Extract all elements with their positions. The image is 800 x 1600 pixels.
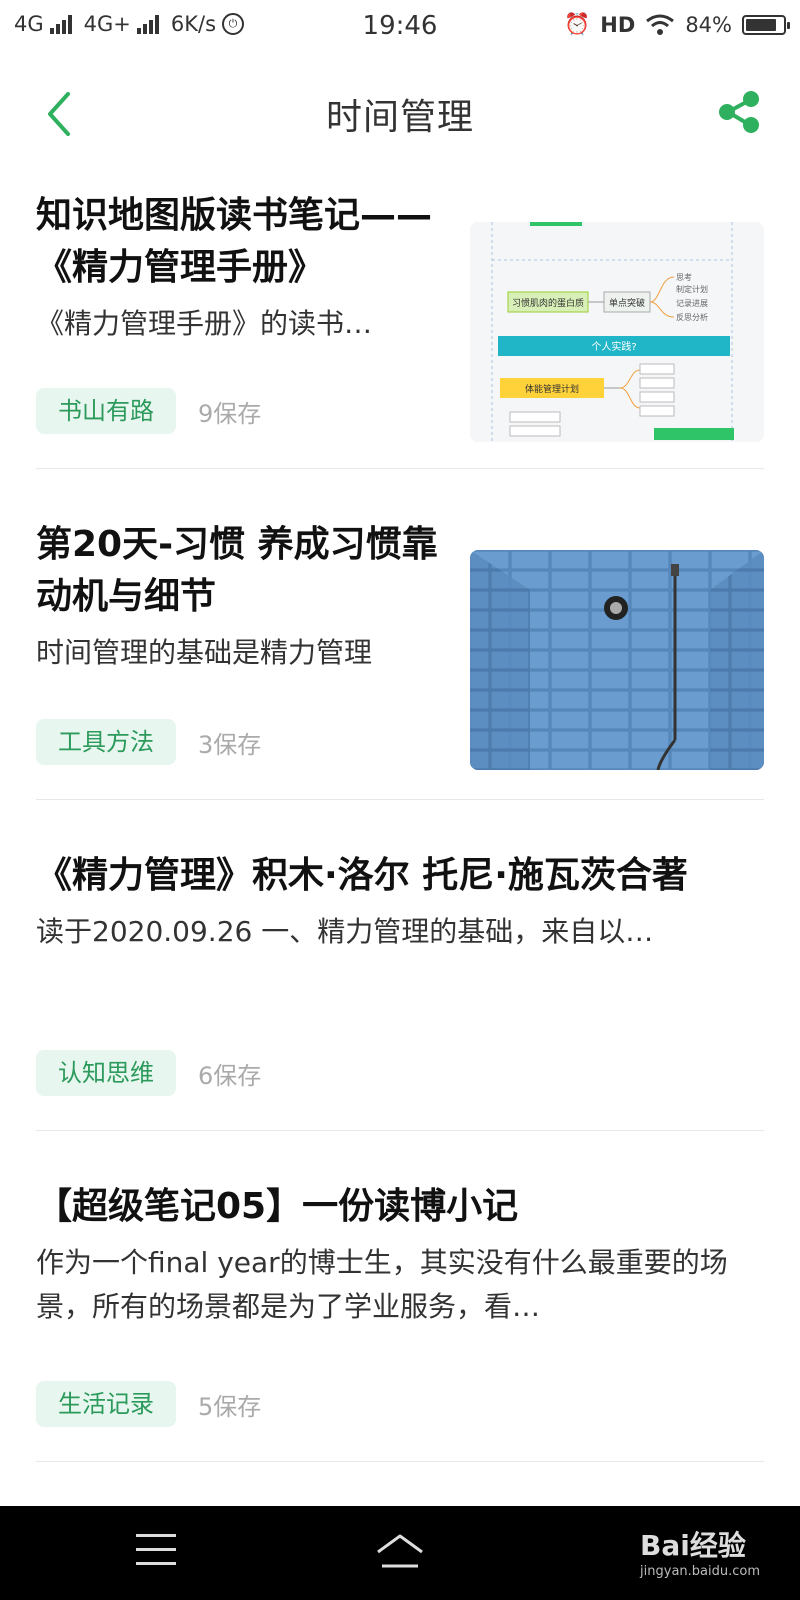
alarm-icon: ⏰ bbox=[564, 12, 591, 36]
battery-fill bbox=[746, 18, 776, 31]
thumb-node-text: 记录进展 bbox=[676, 299, 708, 308]
note-card[interactable]: 第20天-习惯 养成习惯靠动机与细节 时间管理的基础是精力管理 工具方法 3保存 bbox=[36, 469, 764, 800]
status-bar: 4G 4G+ 6K/s ⏻ 19:46 ⏰ HD 84% bbox=[0, 0, 800, 56]
category-tag[interactable]: 生活记录 bbox=[36, 1381, 176, 1427]
card-text: 第20天-习惯 养成习惯靠动机与细节 时间管理的基础是精力管理 bbox=[36, 519, 446, 675]
save-count: 6保存 bbox=[198, 1061, 262, 1090]
category-tag[interactable]: 工具方法 bbox=[36, 719, 176, 765]
card-summary: 时间管理的基础是精力管理 bbox=[36, 636, 373, 669]
save-count: 3保存 bbox=[198, 730, 262, 759]
battery-percent: 84% bbox=[685, 12, 732, 37]
card-summary: 作为一个final year的博士生，其实没有什么最重要的场景，所有的场景都是为… bbox=[36, 1246, 728, 1323]
watermark-url: jingyan.baidu.com bbox=[640, 1564, 760, 1579]
watermark-brand: Bai经验 bbox=[640, 1529, 746, 1562]
home-icon bbox=[377, 1534, 423, 1568]
app-header: 时间管理 bbox=[0, 60, 800, 170]
card-thumbnail-mindmap: 习惯肌肉的蛋白质 单点突破 思考 制定计划 记录进展 反思分析 个人实践? 体能… bbox=[470, 222, 764, 442]
note-card[interactable]: 知识地图版读书笔记——《精力管理手册》 《精力管理手册》的读书… 书山有路 9保… bbox=[36, 170, 764, 469]
save-count: 5保存 bbox=[198, 1392, 262, 1421]
share-button[interactable] bbox=[714, 86, 766, 138]
status-right: ⏰ HD 84% bbox=[564, 12, 790, 37]
thumb-node-text: 体能管理计划 bbox=[525, 383, 579, 395]
category-tag[interactable]: 书山有路 bbox=[36, 388, 176, 434]
save-count: 9保存 bbox=[198, 399, 262, 428]
card-text: 【超级笔记05】一份读博小记 作为一个final year的博士生，其实没有什么… bbox=[36, 1181, 764, 1329]
category-tag[interactable]: 认知思维 bbox=[36, 1050, 176, 1096]
baidu-watermark: Bai经验 jingyan.baidu.com bbox=[640, 1524, 760, 1579]
card-summary: 《精力管理手册》的读书… bbox=[36, 307, 373, 340]
card-meta: 书山有路 9保存 bbox=[36, 388, 261, 434]
menu-icon[interactable] bbox=[136, 1534, 176, 1570]
card-thumbnail-shower bbox=[470, 550, 764, 770]
thumb-node-text: 思考 bbox=[676, 273, 692, 282]
thumb-node-text: 反思分析 bbox=[676, 312, 708, 322]
mind-map-image: 习惯肌肉的蛋白质 单点突破 思考 制定计划 记录进展 反思分析 个人实践? 体能… bbox=[470, 222, 764, 442]
share-icon bbox=[719, 91, 759, 133]
thumb-node-text: 个人实践? bbox=[591, 340, 636, 353]
wifi-icon bbox=[646, 14, 675, 35]
note-card[interactable]: 【超级笔记05】一份读博小记 作为一个final year的博士生，其实没有什么… bbox=[36, 1131, 764, 1462]
thumb-node-text: 习惯肌肉的蛋白质 bbox=[512, 297, 584, 309]
card-text: 《精力管理》积木·洛尔 托尼·施瓦茨合著 读于2020.09.26 一、精力管理… bbox=[36, 850, 764, 954]
card-summary: 读于2020.09.26 一、精力管理的基础，来自以… bbox=[36, 915, 654, 948]
note-card[interactable]: 《精力管理》积木·洛尔 托尼·施瓦茨合著 读于2020.09.26 一、精力管理… bbox=[36, 800, 764, 1131]
card-meta: 生活记录 5保存 bbox=[36, 1381, 261, 1427]
page-title: 时间管理 bbox=[325, 97, 474, 138]
card-meta: 认知思维 6保存 bbox=[36, 1050, 261, 1096]
card-title: 第20天-习惯 养成习惯靠动机与细节 bbox=[36, 524, 438, 617]
card-title: 知识地图版读书笔记——《精力管理手册》 bbox=[36, 195, 433, 288]
thumb-node-text: 单点突破 bbox=[609, 297, 645, 309]
card-title: 【超级笔记05】一份读博小记 bbox=[36, 1186, 519, 1227]
card-title: 《精力管理》积木·洛尔 托尼·施瓦茨合著 bbox=[36, 855, 688, 896]
system-nav-bar: Bai经验 jingyan.baidu.com bbox=[0, 1506, 800, 1600]
hd-indicator: HD bbox=[600, 12, 636, 37]
shower-photo bbox=[470, 550, 764, 770]
battery-icon bbox=[742, 14, 790, 35]
card-meta: 工具方法 3保存 bbox=[36, 719, 261, 765]
home-button[interactable] bbox=[372, 1530, 428, 1576]
note-list: 知识地图版读书笔记——《精力管理手册》 《精力管理手册》的读书… 书山有路 9保… bbox=[36, 170, 764, 1462]
card-text: 知识地图版读书笔记——《精力管理手册》 《精力管理手册》的读书… bbox=[36, 190, 446, 346]
thumb-node-text: 制定计划 bbox=[676, 284, 708, 294]
